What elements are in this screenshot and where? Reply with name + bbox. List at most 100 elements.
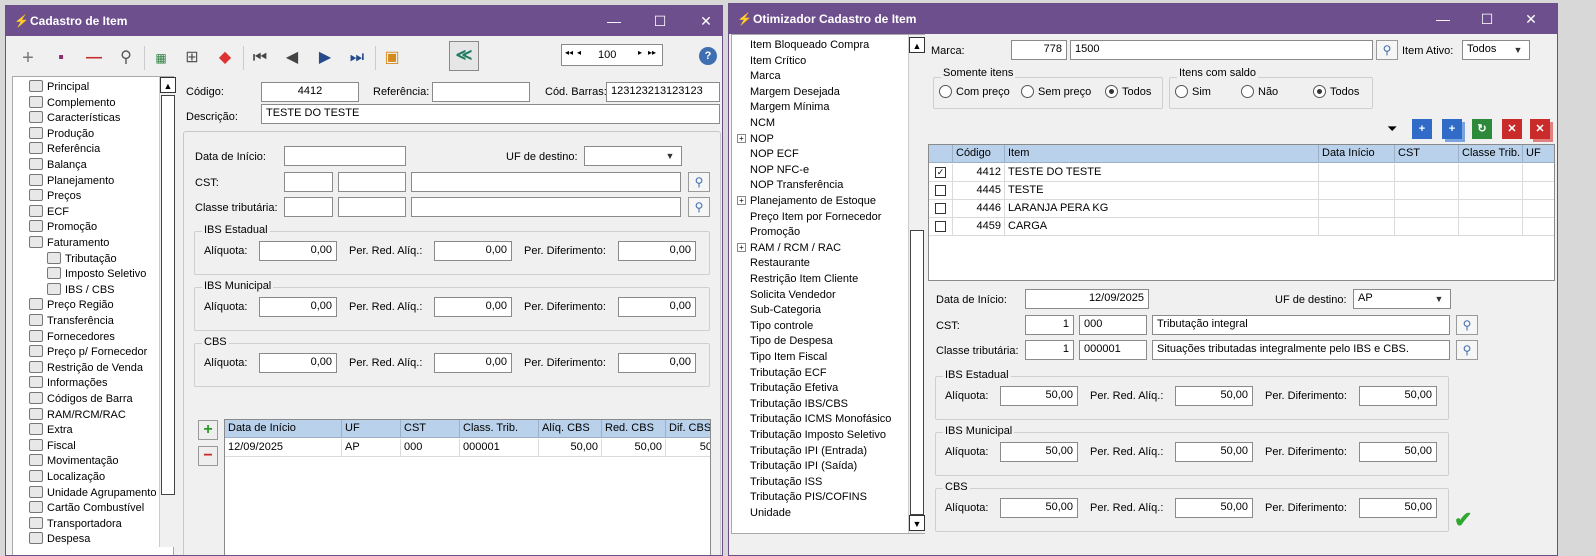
cst-code-input[interactable]: 1 bbox=[1025, 315, 1074, 335]
tree-item[interactable]: Tributação PIS/COFINS bbox=[750, 489, 867, 505]
tree-item[interactable]: Tipo Item Fiscal bbox=[750, 349, 827, 365]
search-button[interactable]: ⚲ bbox=[112, 43, 140, 73]
grid-header[interactable]: Data de Início bbox=[225, 420, 342, 438]
grid-cell[interactable]: 000001 bbox=[460, 439, 539, 457]
grid-header[interactable]: Código bbox=[953, 145, 1005, 163]
red-aliquota-input[interactable]: 50,00 bbox=[1175, 386, 1253, 406]
add-item-icon[interactable]: + bbox=[1412, 119, 1432, 139]
tree-item[interactable]: Tipo de Despesa bbox=[750, 333, 833, 349]
tree-item[interactable]: Tributação IPI (Saída) bbox=[750, 458, 857, 474]
grid-cell-codigo[interactable]: 4445 bbox=[953, 182, 1005, 200]
marca-lookup-button[interactable]: ⚲ bbox=[1376, 40, 1398, 60]
nav-last-icon[interactable]: ▸▸ bbox=[648, 48, 656, 57]
tree-item[interactable]: Tributação bbox=[47, 251, 117, 267]
item-ativo-select[interactable]: Todos ▼ bbox=[1462, 40, 1530, 60]
row-checkbox[interactable]: ✓ bbox=[935, 167, 946, 178]
add-button[interactable]: + bbox=[14, 43, 42, 73]
tree-item[interactable]: Referência bbox=[29, 141, 100, 157]
tree-item[interactable]: Informações bbox=[29, 375, 108, 391]
tree-item[interactable]: Imposto Seletivo bbox=[47, 266, 146, 282]
tree-item[interactable]: Extra bbox=[29, 422, 73, 438]
grid-cell[interactable]: AP bbox=[342, 439, 401, 457]
aliquota-input[interactable]: 0,00 bbox=[259, 297, 337, 317]
grid-header[interactable]: Class. Trib. bbox=[460, 420, 539, 438]
nav-prev-icon[interactable]: ◂ bbox=[577, 48, 581, 57]
minimize-button[interactable]: — bbox=[1433, 9, 1453, 29]
radio-option[interactable]: Com preço bbox=[939, 85, 1010, 98]
cst-lookup-button[interactable]: ⚲ bbox=[1456, 315, 1478, 335]
classe-code-input[interactable]: 1 bbox=[1025, 340, 1074, 360]
left-tributacao-grid[interactable]: Data de Início UF CST Class. Trib. Alíq. CBS… bbox=[224, 419, 711, 555]
title-bar[interactable]: ⚡ Otimizador Cadastro de Item — ☐ ✕ bbox=[729, 4, 1557, 34]
record-navigator[interactable]: ◂◂ ◂ 100 ▸ ▸▸ bbox=[561, 44, 663, 66]
red-aliquota-input[interactable]: 50,00 bbox=[1175, 498, 1253, 518]
radio-button[interactable] bbox=[1313, 85, 1326, 98]
grid-cell-codigo[interactable]: 4446 bbox=[953, 200, 1005, 218]
tree-item[interactable]: ECF bbox=[29, 204, 69, 220]
tree-item[interactable]: Preços bbox=[29, 188, 81, 204]
tree-item[interactable]: Tributação ICMS Monofásico bbox=[750, 411, 891, 427]
grid-cell[interactable]: 50,00 bbox=[602, 439, 666, 457]
grid-cell[interactable] bbox=[1319, 164, 1395, 182]
expand-icon[interactable]: + bbox=[737, 242, 746, 252]
radio-button[interactable] bbox=[1105, 85, 1118, 98]
data-inicio-input[interactable] bbox=[284, 146, 406, 166]
tree-item[interactable]: Unidade bbox=[750, 505, 791, 521]
radio-button[interactable] bbox=[1175, 85, 1188, 98]
tree-item[interactable]: Tributação ISS bbox=[750, 474, 822, 490]
diferimento-input[interactable]: 50,00 bbox=[1359, 386, 1437, 406]
radio-option[interactable]: Todos bbox=[1105, 85, 1151, 98]
row-checkbox[interactable] bbox=[935, 221, 946, 232]
last-record-button[interactable]: ⏭ bbox=[343, 43, 371, 73]
grid-cell-checkbox[interactable] bbox=[929, 200, 953, 218]
grid-header[interactable]: Classe Trib. bbox=[1459, 145, 1523, 163]
remove-row-icon[interactable]: − bbox=[198, 446, 218, 466]
title-bar[interactable]: ⚡ Cadastro de Item — ☐ ✕ bbox=[6, 6, 722, 36]
nav-next-icon[interactable]: ▸ bbox=[638, 48, 642, 57]
grid-cell[interactable]: 12/09/2025 bbox=[225, 439, 342, 457]
previous-record-button[interactable]: ◀ bbox=[278, 43, 306, 73]
grid-cell-checkbox[interactable] bbox=[929, 182, 953, 200]
radio-option[interactable]: Não bbox=[1241, 85, 1278, 98]
tree-item[interactable]: Tributação ECF bbox=[750, 365, 827, 381]
right-tree-scrollbar[interactable]: ▲ ▼ bbox=[908, 35, 925, 533]
radio-option[interactable]: Sem preço bbox=[1021, 85, 1091, 98]
tree-item[interactable]: Sub-Categoria bbox=[750, 302, 821, 318]
maximize-button[interactable]: ☐ bbox=[1477, 9, 1497, 29]
nav-first-icon[interactable]: ◂◂ bbox=[565, 48, 573, 57]
radio-option[interactable]: Todos bbox=[1313, 85, 1359, 98]
row-checkbox[interactable] bbox=[935, 203, 946, 214]
tree-item[interactable]: RAM/RCM/RAC bbox=[29, 407, 126, 423]
help-icon[interactable]: ? bbox=[699, 47, 717, 65]
scroll-up-arrow[interactable]: ▲ bbox=[909, 37, 925, 53]
confirm-checkmark-icon[interactable]: ✔ bbox=[1454, 507, 1472, 533]
eraser-button[interactable]: ◆ bbox=[211, 43, 239, 73]
aliquota-input[interactable]: 50,00 bbox=[1000, 442, 1078, 462]
classe-value-input[interactable] bbox=[338, 197, 406, 217]
diferimento-input[interactable]: 50,00 bbox=[1359, 498, 1437, 518]
tree-item[interactable]: NOP NFC-e bbox=[750, 162, 809, 178]
grid-cell[interactable] bbox=[1459, 182, 1523, 200]
grid-cell[interactable] bbox=[1459, 164, 1523, 182]
filter-icon[interactable]: ⏷ bbox=[1387, 121, 1397, 137]
codigo-input[interactable]: 4412 bbox=[261, 82, 359, 102]
red-aliquota-input[interactable]: 0,00 bbox=[434, 241, 512, 261]
grid-header[interactable]: Dif. CBS bbox=[666, 420, 710, 438]
close-button[interactable]: ✕ bbox=[696, 11, 716, 31]
grid-cell[interactable] bbox=[1395, 164, 1459, 182]
items-grid[interactable]: Código Item Data Início CST Classe Trib. UF ✓ 4… bbox=[928, 144, 1555, 281]
tree-item[interactable]: Cartão Combustível bbox=[29, 500, 144, 516]
aliquota-input[interactable]: 0,00 bbox=[259, 241, 337, 261]
diferimento-input[interactable]: 0,00 bbox=[618, 353, 696, 373]
add-multiple-icon[interactable]: + bbox=[1442, 119, 1462, 139]
export-excel-button[interactable]: ▦ bbox=[147, 43, 175, 73]
minimize-button[interactable]: — bbox=[604, 11, 624, 31]
red-aliquota-input[interactable]: 0,00 bbox=[434, 353, 512, 373]
classe-lookup-button[interactable]: ⚲ bbox=[688, 197, 710, 217]
classe-lookup-button[interactable]: ⚲ bbox=[1456, 340, 1478, 360]
classe-desc-input[interactable]: Situações tributadas integralmente pelo … bbox=[1152, 340, 1450, 360]
report-button[interactable]: ▣ bbox=[378, 43, 406, 73]
grid-header[interactable]: Red. CBS bbox=[602, 420, 666, 438]
tree-item[interactable]: Planejamento bbox=[29, 173, 114, 189]
nav-value[interactable]: 100 bbox=[598, 49, 616, 61]
